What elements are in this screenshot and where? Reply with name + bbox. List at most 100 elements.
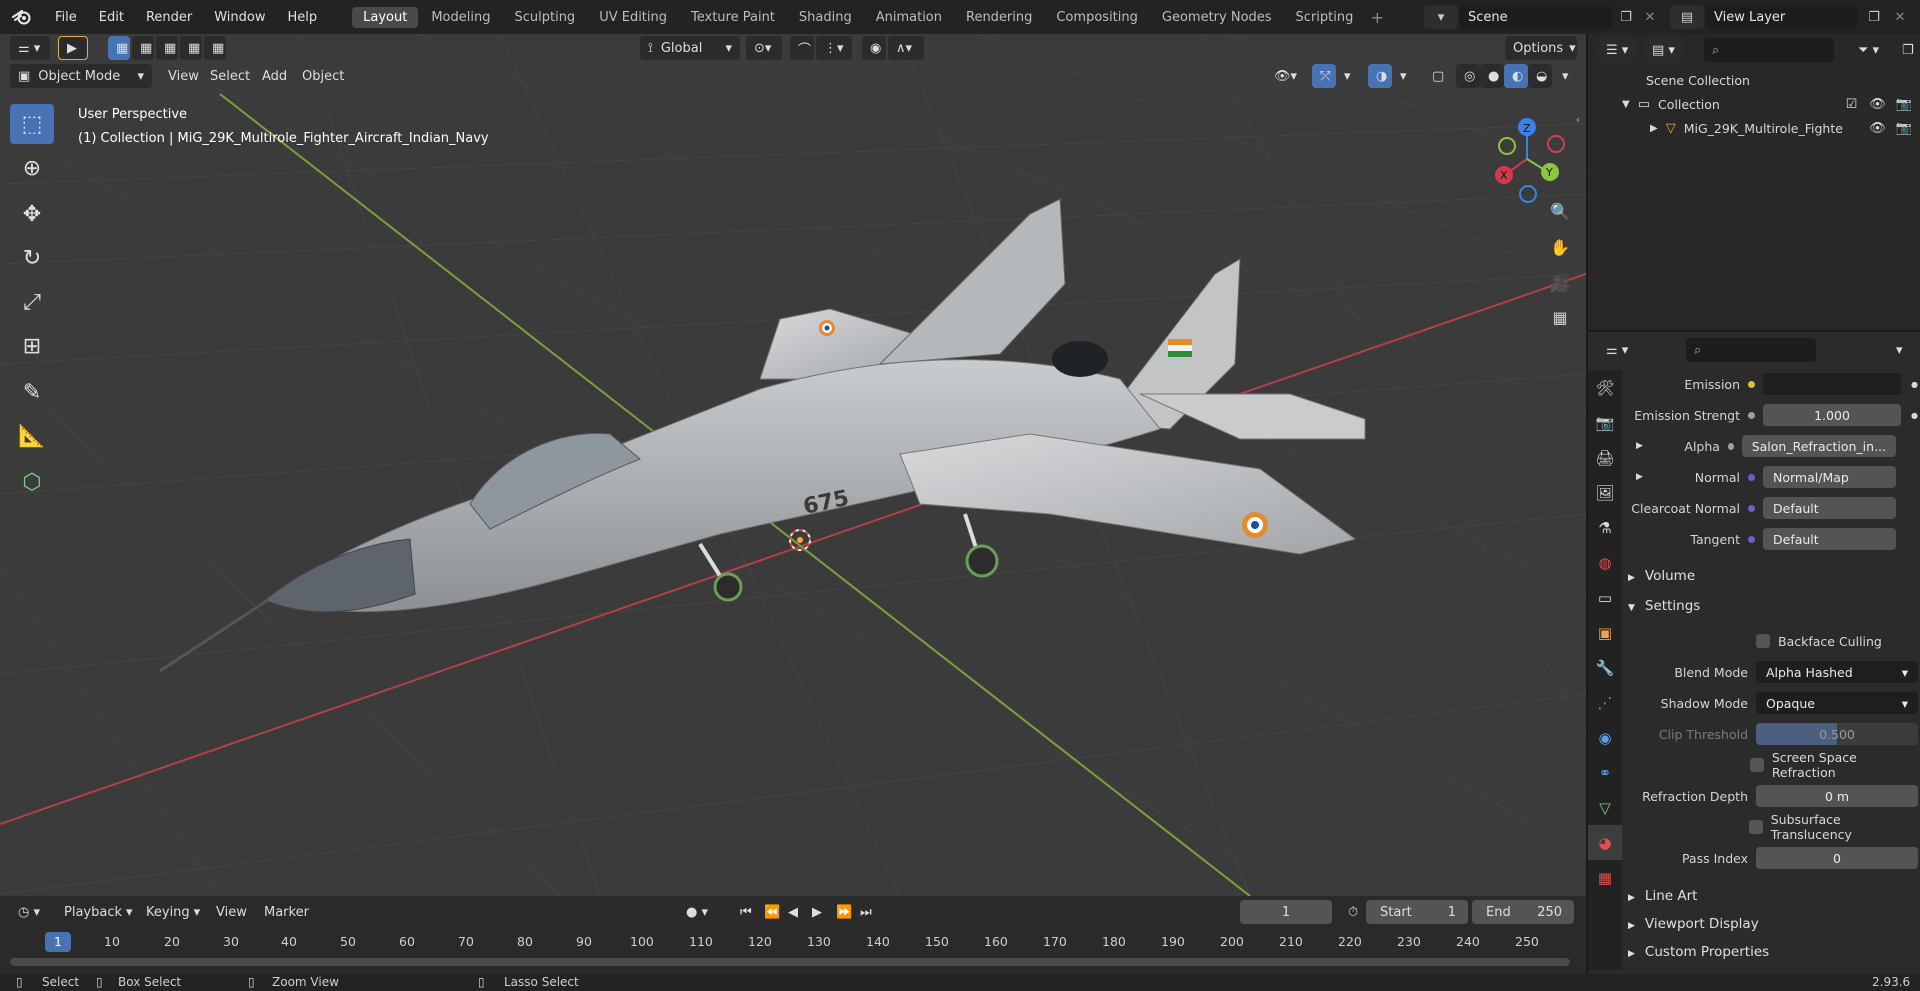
- shading-wireframe-icon[interactable]: ◎: [1456, 64, 1480, 88]
- timeline-scrollbar[interactable]: [10, 958, 1570, 966]
- jump-to-end-icon[interactable]: ⏭: [852, 900, 874, 924]
- properties-search-input[interactable]: ⌕: [1686, 338, 1816, 362]
- viewport-menu-view[interactable]: View: [160, 64, 207, 88]
- select-mode-new-icon[interactable]: ▦: [108, 36, 130, 60]
- proportional-edit-icon[interactable]: ◉: [862, 36, 886, 60]
- overlay-toggle-icon[interactable]: ◑: [1368, 64, 1392, 88]
- panel-line-art-header[interactable]: ▶ Line Art: [1628, 888, 1697, 904]
- ortho-toggle-icon[interactable]: ▦: [1545, 302, 1575, 332]
- gizmo-dropdown[interactable]: ▾: [1336, 64, 1356, 88]
- shading-material-icon[interactable]: ◐: [1504, 64, 1528, 88]
- xray-toggle-icon[interactable]: ▢: [1424, 64, 1448, 88]
- eye-icon[interactable]: 👁: [1869, 121, 1886, 136]
- add-workspace-icon[interactable]: +: [1366, 8, 1388, 27]
- move-tool-icon[interactable]: ✥: [10, 194, 54, 234]
- tab-modeling[interactable]: Modeling: [420, 7, 501, 28]
- menu-window[interactable]: Window: [203, 10, 276, 25]
- camera-icon[interactable]: 📷: [1896, 121, 1912, 136]
- clearcoat-normal-input[interactable]: Default: [1763, 497, 1896, 519]
- refraction-depth-field[interactable]: 0 m: [1756, 785, 1918, 807]
- camera-view-icon[interactable]: 🎥: [1545, 268, 1575, 298]
- tab-scripting[interactable]: Scripting: [1285, 7, 1365, 28]
- menu-file[interactable]: File: [44, 10, 88, 25]
- options-dropdown[interactable]: Options ▾: [1505, 36, 1577, 60]
- gizmo-toggle-icon[interactable]: ⤱: [1312, 64, 1336, 88]
- disclosure-triangle-icon[interactable]: ▶: [1636, 472, 1643, 482]
- timeline-editor-type-button[interactable]: ◷ ▾: [10, 900, 50, 924]
- frame-ruler[interactable]: 1 10 20 30 40 50 60 70 80 90 100 110 120…: [0, 930, 1586, 956]
- snap-target-dropdown[interactable]: ⋮▾: [816, 36, 852, 60]
- normal-input-link[interactable]: Normal/Map: [1763, 466, 1896, 488]
- collection-tab-icon[interactable]: ▭: [1588, 580, 1622, 615]
- render-tab-icon[interactable]: 📷: [1588, 405, 1622, 440]
- jump-to-start-icon[interactable]: ⏮: [732, 900, 754, 924]
- measure-tool-icon[interactable]: 📐: [10, 416, 54, 456]
- checkbox-icon[interactable]: ☑: [1846, 97, 1858, 112]
- zoom-view-icon[interactable]: 🔍: [1545, 196, 1575, 226]
- timeline-menu-view[interactable]: View: [208, 900, 255, 924]
- world-tab-icon[interactable]: ◍: [1588, 545, 1622, 580]
- keyframe-dot-icon[interactable]: ●: [1911, 380, 1918, 389]
- blend-mode-dropdown[interactable]: Alpha Hashed ▾: [1756, 661, 1918, 683]
- prop-row-subsurface-translucency[interactable]: Subsurface Translucency: [1628, 812, 1918, 842]
- disclosure-triangle-icon[interactable]: ▶: [1650, 123, 1658, 134]
- constraints-tab-icon[interactable]: ⚭: [1588, 755, 1622, 790]
- backface-culling-checkbox[interactable]: [1756, 634, 1770, 648]
- outliner-row-collection[interactable]: ▼ ▭ Collection ☑ 👁 📷: [1588, 92, 1920, 116]
- particles-tab-icon[interactable]: ⋰: [1588, 685, 1622, 720]
- clip-threshold-slider[interactable]: 0.500: [1756, 723, 1918, 745]
- add-cube-tool-icon[interactable]: ⬡: [10, 462, 54, 502]
- panel-custom-properties-header[interactable]: ▶ Custom Properties: [1628, 944, 1769, 960]
- select-mode-extend-icon[interactable]: ▦: [132, 36, 154, 60]
- end-frame-field[interactable]: End 250: [1472, 900, 1574, 924]
- proportional-falloff-icon[interactable]: ∧▾: [888, 36, 924, 60]
- start-frame-field[interactable]: Start 1: [1366, 900, 1468, 924]
- jump-to-keyframe-forward-icon[interactable]: ⏩: [828, 900, 852, 924]
- viewport-menu-object[interactable]: Object: [294, 64, 352, 88]
- scene-tab-icon[interactable]: ⚗: [1588, 510, 1622, 545]
- tab-animation[interactable]: Animation: [865, 7, 953, 28]
- select-mode-intersect-icon[interactable]: ▦: [204, 36, 226, 60]
- outliner-filter-icon[interactable]: ⏷ ▾: [1850, 38, 1890, 62]
- cursor-tool-icon[interactable]: ⊕: [10, 148, 54, 188]
- shading-solid-icon[interactable]: ●: [1480, 64, 1504, 88]
- tab-shading[interactable]: Shading: [788, 7, 863, 28]
- select-box-tool-icon[interactable]: ⬚: [10, 104, 54, 144]
- disclosure-triangle-icon[interactable]: ▶: [1636, 441, 1643, 451]
- overlay-dropdown[interactable]: ▾: [1392, 64, 1412, 88]
- tab-compositing[interactable]: Compositing: [1045, 7, 1149, 28]
- object-mode-dropdown[interactable]: ▣ Object Mode ▾: [10, 64, 152, 88]
- tab-layout[interactable]: Layout: [352, 6, 419, 28]
- properties-options-dropdown[interactable]: ▾: [1888, 338, 1912, 362]
- subsurface-translucency-checkbox[interactable]: [1749, 820, 1763, 834]
- outliner-display-mode-button[interactable]: ▤ ▾: [1644, 38, 1684, 62]
- pivot-point-dropdown[interactable]: ⊙▾: [746, 36, 782, 60]
- texture-tab-icon[interactable]: ▦: [1588, 860, 1622, 895]
- outliner-editor-type-button[interactable]: ☰ ▾: [1598, 38, 1638, 62]
- current-frame-field[interactable]: 1: [1240, 900, 1332, 924]
- scene-browse-icon[interactable]: ▾: [1424, 5, 1458, 29]
- menu-render[interactable]: Render: [135, 10, 203, 25]
- viewport-scene[interactable]: 675: [0, 34, 1586, 896]
- properties-editor-type-button[interactable]: ⚌ ▾: [1598, 338, 1638, 362]
- pass-index-field[interactable]: 0: [1756, 847, 1918, 869]
- shadow-mode-dropdown[interactable]: Opaque ▾: [1756, 692, 1918, 714]
- menu-help[interactable]: Help: [277, 10, 329, 25]
- shading-dropdown[interactable]: ▾: [1554, 64, 1574, 88]
- data-tab-icon[interactable]: ▽: [1588, 790, 1622, 825]
- select-mode-invert-icon[interactable]: ▦: [180, 36, 202, 60]
- tab-geometry-nodes[interactable]: Geometry Nodes: [1151, 7, 1283, 28]
- tab-rendering[interactable]: Rendering: [955, 7, 1043, 28]
- material-tab-icon[interactable]: ◕: [1588, 825, 1622, 860]
- new-scene-icon[interactable]: ❐: [1614, 5, 1638, 29]
- emission-strength-field[interactable]: 1.000: [1763, 404, 1902, 426]
- eye-icon[interactable]: 👁: [1869, 97, 1886, 112]
- panel-volume-header[interactable]: ▶ Volume: [1628, 568, 1695, 584]
- output-tab-icon[interactable]: 🖨: [1588, 440, 1622, 475]
- 3d-viewport[interactable]: 675 ⚌ ▾ ▶ ▦ ▦ ▦ ▦ ▦ ⟟ Global ▾ ⊙▾ ⌒ ⋮▾ ◉…: [0, 34, 1586, 896]
- blender-logo-icon[interactable]: [0, 8, 44, 26]
- preview-range-icon[interactable]: ⏱: [1340, 900, 1362, 924]
- viewport-menu-add[interactable]: Add: [254, 64, 295, 88]
- transform-orientation-dropdown[interactable]: ⟟ Global ▾: [640, 36, 740, 60]
- timeline-menu-keying[interactable]: Keying ▾: [138, 900, 208, 924]
